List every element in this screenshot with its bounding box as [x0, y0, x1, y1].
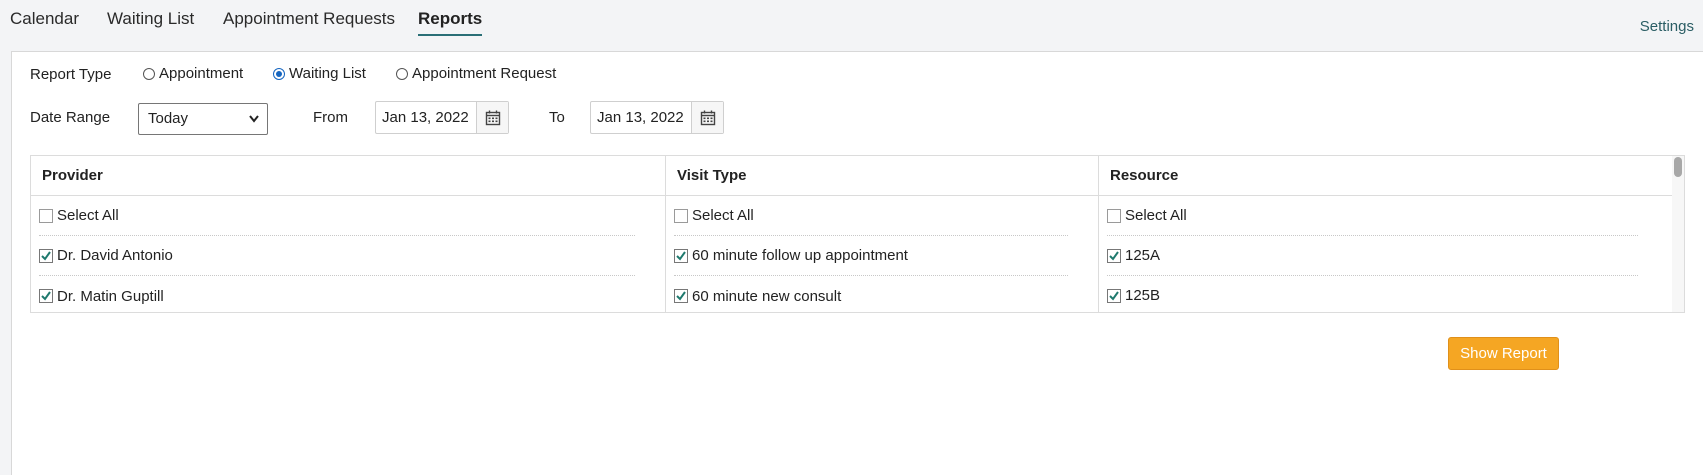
check-icon [676, 250, 686, 261]
tab-appointment-requests[interactable]: Appointment Requests [223, 8, 395, 36]
list-item[interactable]: Select All [1107, 196, 1638, 236]
radio-icon[interactable] [273, 67, 285, 80]
checkbox[interactable] [1107, 248, 1121, 263]
checkbox[interactable] [674, 208, 688, 223]
radio-label: Waiting List [289, 65, 366, 82]
list-item-label: 60 minute follow up appointment [692, 247, 908, 264]
list-item-label: 125A [1125, 247, 1161, 264]
check-icon [41, 250, 51, 261]
check-icon [1109, 290, 1119, 301]
list-item-label: Dr. Matin Guptill [57, 287, 164, 305]
date-range-select[interactable]: Today [138, 103, 268, 135]
radio-waiting-list[interactable]: Waiting List [273, 65, 366, 82]
list-item[interactable]: Select All [674, 196, 1068, 236]
radio-label: Appointment [159, 65, 244, 82]
check-icon [41, 291, 51, 301]
radio-icon[interactable] [396, 67, 408, 80]
provider-column: Provider Select All Dr. David Antonio Dr… [31, 156, 666, 312]
visit-type-column: Visit Type Select All 60 minute follow u… [666, 156, 1099, 312]
radio-icon[interactable] [143, 67, 155, 80]
date-range-label: Date Range [30, 109, 111, 126]
report-type-label: Report Type [30, 66, 112, 83]
to-date-value: Jan 13, 2022 [597, 109, 684, 126]
list-item[interactable]: 125B [1107, 276, 1638, 312]
checkbox[interactable] [1107, 288, 1121, 303]
checkbox[interactable] [674, 248, 688, 263]
radio-appointment[interactable]: Appointment [143, 65, 243, 82]
list-item-label: Select All [692, 207, 754, 224]
resource-column: Resource Select All 125A 125B [1099, 156, 1684, 312]
scrollbar-thumb[interactable] [1674, 157, 1682, 177]
list-item-label: Select All [57, 207, 119, 224]
list-item[interactable]: Dr. David Antonio [39, 236, 635, 276]
chevron-down-icon [248, 104, 260, 145]
list-item-label: 60 minute new consult [692, 287, 842, 305]
list-item[interactable]: 60 minute new consult [674, 276, 1068, 312]
from-date-value: Jan 13, 2022 [382, 109, 469, 126]
to-date-field[interactable]: Jan 13, 2022 [590, 101, 724, 134]
tab-calendar[interactable]: Calendar [10, 8, 79, 36]
tab-waiting-list[interactable]: Waiting List [107, 8, 194, 36]
column-header: Provider [31, 156, 665, 196]
from-date-field[interactable]: Jan 13, 2022 [375, 101, 509, 134]
reports-panel: Report Type Appointment Waiting List App… [11, 51, 1703, 475]
from-label: From [313, 109, 348, 126]
list-item[interactable]: 125A [1107, 236, 1638, 276]
column-header: Visit Type [666, 156, 1098, 196]
date-range-value: Today [148, 110, 189, 127]
checkbox[interactable] [1107, 208, 1121, 223]
check-icon [1109, 250, 1119, 261]
checkbox[interactable] [39, 208, 53, 223]
radio-appointment-request[interactable]: Appointment Request [396, 65, 556, 82]
tab-reports[interactable]: Reports [418, 8, 483, 36]
check-icon [676, 291, 686, 301]
to-label: To [549, 109, 565, 126]
list-item[interactable]: 60 minute follow up appointment [674, 236, 1068, 276]
checkbox[interactable] [39, 248, 53, 263]
calendar-icon[interactable] [476, 102, 508, 133]
column-header: Resource [1099, 156, 1684, 196]
filter-grid: Provider Select All Dr. David Antonio Dr… [30, 155, 1685, 313]
checkbox[interactable] [39, 289, 53, 303]
checkbox[interactable] [674, 289, 688, 303]
list-item[interactable]: Select All [39, 196, 635, 236]
radio-label: Appointment Request [412, 65, 557, 82]
list-item-label: Select All [1125, 207, 1187, 224]
list-item-label: Dr. David Antonio [57, 247, 173, 264]
show-report-button[interactable]: Show Report [1448, 337, 1559, 370]
list-item-label: 125B [1125, 287, 1161, 304]
settings-link[interactable]: Settings [1640, 18, 1694, 35]
list-item[interactable]: Dr. Matin Guptill [39, 276, 635, 312]
scrollbar[interactable] [1672, 156, 1684, 312]
calendar-icon[interactable] [691, 102, 723, 133]
top-nav: Calendar Waiting List Appointment Reques… [0, 0, 1703, 52]
